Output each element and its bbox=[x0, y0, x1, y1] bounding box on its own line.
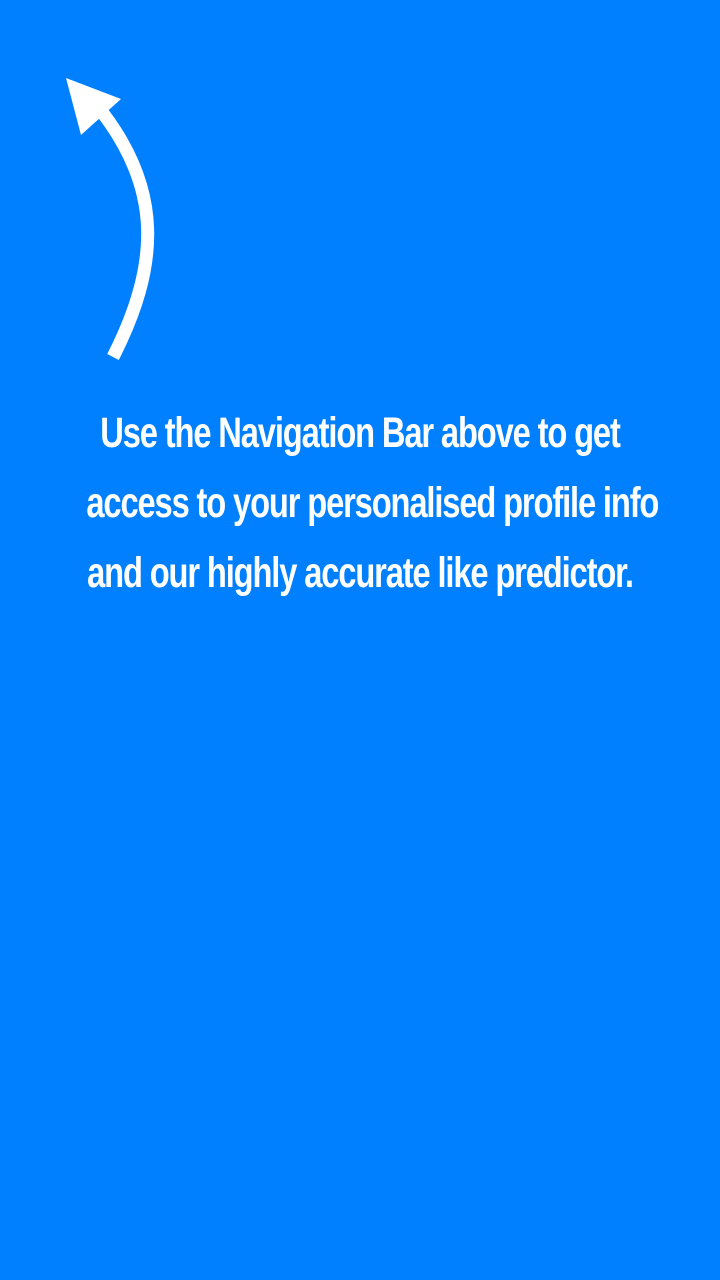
hint-line: access to your personalised profile info bbox=[86, 479, 659, 527]
curved-arrow-up-icon bbox=[66, 78, 155, 360]
arrow-shaft bbox=[96, 108, 155, 360]
hint-line: Use the Navigation Bar above to get bbox=[100, 409, 621, 457]
navigation-hint-text: Use the Navigation Bar above to get acce… bbox=[86, 398, 659, 608]
hint-line: and our highly accurate like predictor. bbox=[87, 549, 634, 597]
onboarding-hint-screen: Use the Navigation Bar above to get acce… bbox=[0, 0, 720, 1280]
